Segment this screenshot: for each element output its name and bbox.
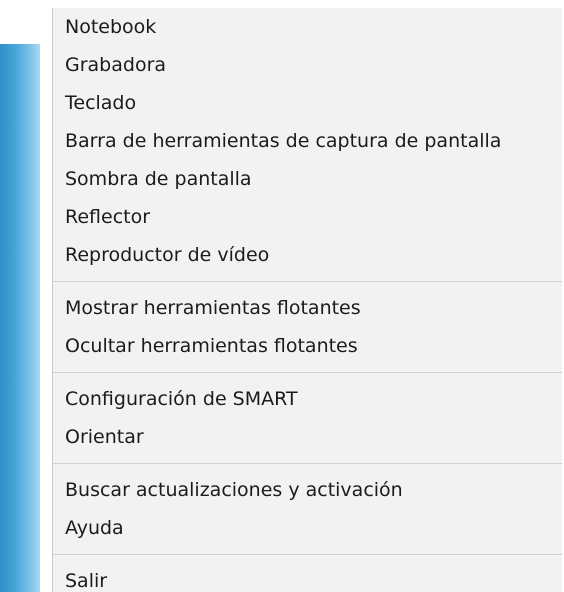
menu-group-tools: Notebook Grabadora Teclado Barra de herr…: [53, 8, 562, 274]
menu-item-help[interactable]: Ayuda: [53, 509, 562, 547]
menu-separator: [53, 554, 562, 555]
menu-item-orient[interactable]: Orientar: [53, 418, 562, 456]
screen: Notebook Grabadora Teclado Barra de herr…: [0, 0, 564, 592]
menu-separator: [53, 372, 562, 373]
menu-item-hide-floating-tools[interactable]: Ocultar herramientas flotantes: [53, 327, 562, 365]
menu-item-recorder[interactable]: Grabadora: [53, 46, 562, 84]
menu-item-screen-capture-toolbar[interactable]: Barra de herramientas de captura de pant…: [53, 122, 562, 160]
menu-item-show-floating-tools[interactable]: Mostrar herramientas flotantes: [53, 289, 562, 327]
menu-group-settings: Configuración de SMART Orientar: [53, 380, 562, 456]
menu-group-floating-tools: Mostrar herramientas flotantes Ocultar h…: [53, 289, 562, 365]
menu-item-smart-settings[interactable]: Configuración de SMART: [53, 380, 562, 418]
menu-item-notebook[interactable]: Notebook: [53, 8, 562, 46]
menu-group-exit: Salir: [53, 562, 562, 592]
menu-group-help: Buscar actualizaciones y activación Ayud…: [53, 471, 562, 547]
menu-separator: [53, 463, 562, 464]
menu-separator: [53, 281, 562, 282]
menu-item-exit[interactable]: Salir: [53, 562, 562, 592]
menu-item-keyboard[interactable]: Teclado: [53, 84, 562, 122]
context-menu: Notebook Grabadora Teclado Barra de herr…: [52, 8, 562, 592]
menu-item-check-updates[interactable]: Buscar actualizaciones y activación: [53, 471, 562, 509]
menu-item-video-player[interactable]: Reproductor de vídeo: [53, 236, 562, 274]
menu-item-screen-shade[interactable]: Sombra de pantalla: [53, 160, 562, 198]
taskbar-edge: [0, 44, 40, 592]
menu-item-spotlight[interactable]: Reflector: [53, 198, 562, 236]
desktop-background: [0, 0, 40, 44]
